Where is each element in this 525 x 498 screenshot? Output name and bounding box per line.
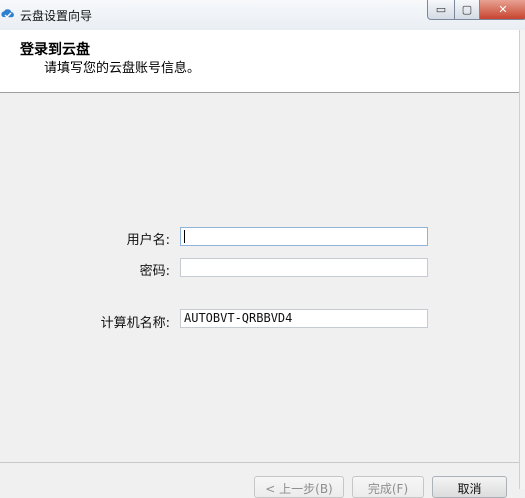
close-icon: ✕: [498, 3, 508, 16]
maximize-button[interactable]: ▢: [455, 0, 480, 20]
header-title: 登录到云盘: [20, 42, 90, 58]
back-button[interactable]: < 上一步(B): [254, 476, 344, 498]
maximize-icon: ▢: [461, 3, 473, 16]
finish-button[interactable]: 完成(F): [352, 476, 424, 498]
computer-name-value: AUTOBVT-QRBBVD4: [184, 311, 293, 325]
title-bar: 云盘设置向导 ▭ ▢ ✕: [0, 0, 525, 30]
computer-name-field[interactable]: AUTOBVT-QRBBVD4: [180, 309, 428, 328]
username-field[interactable]: [180, 227, 428, 246]
username-label: 用户名:: [126, 233, 170, 248]
window-title: 云盘设置向导: [20, 9, 93, 23]
close-button[interactable]: ✕: [480, 0, 525, 20]
password-field[interactable]: [180, 258, 428, 277]
password-label: 密码:: [139, 264, 170, 279]
wizard-header: 登录到云盘 请填写您的云盘账号信息。: [0, 30, 520, 93]
header-subtitle: 请填写您的云盘账号信息。: [44, 61, 201, 76]
computer-name-label: 计算机名称:: [100, 316, 170, 331]
minimize-icon: ▭: [435, 3, 447, 16]
text-caret: [184, 230, 185, 243]
window-right-edge: [519, 30, 525, 489]
footer-divider: [0, 462, 519, 463]
cancel-button[interactable]: 取消: [432, 476, 507, 498]
window-controls: ▭ ▢ ✕: [427, 0, 525, 20]
minimize-button[interactable]: ▭: [427, 0, 455, 20]
cloud-app-icon: [1, 9, 14, 18]
